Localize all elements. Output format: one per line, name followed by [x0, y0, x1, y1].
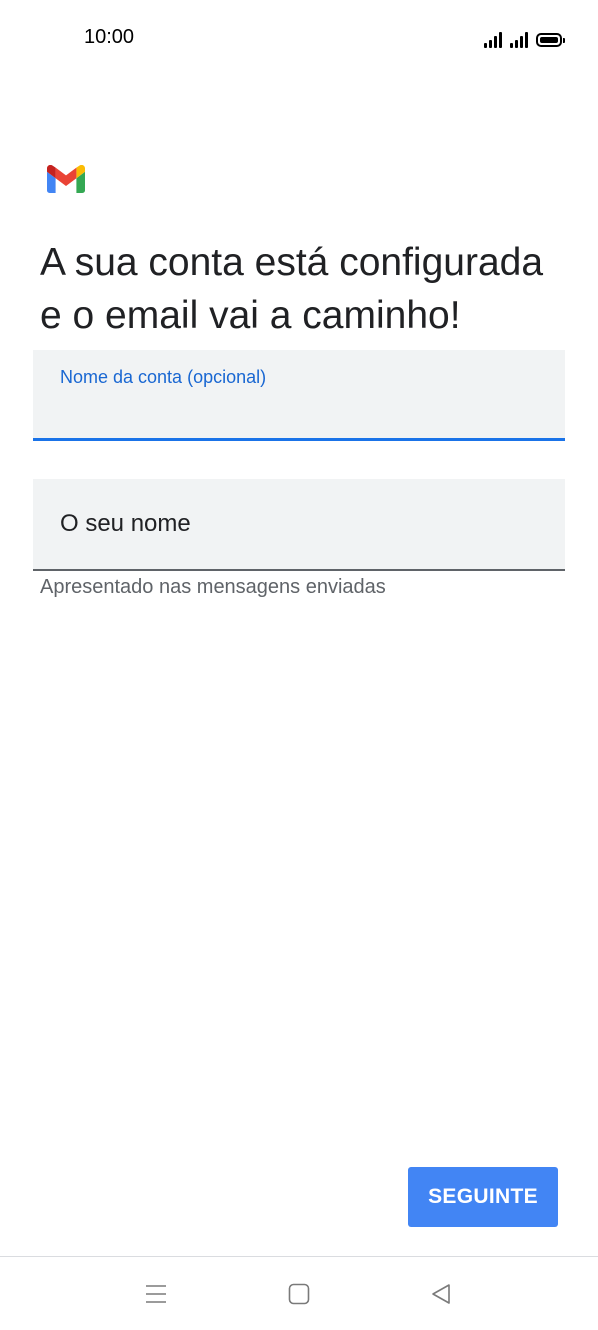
menu-icon[interactable] — [136, 1279, 176, 1309]
signal-icon — [510, 32, 528, 48]
next-button[interactable]: SEGUINTE — [408, 1167, 558, 1227]
your-name-field[interactable] — [33, 479, 565, 571]
status-bar: 10:00 — [0, 0, 598, 78]
your-name-helper-text: Apresentado nas mensagens enviadas — [40, 576, 386, 598]
screen: 10:00 A sua conta está configurada e o e… — [0, 0, 598, 1330]
page-title: A sua conta está configurada e o email v… — [40, 241, 544, 337]
account-name-field[interactable]: Nome da conta (opcional) — [33, 350, 565, 441]
back-icon[interactable] — [421, 1279, 461, 1309]
signal-icon — [484, 32, 502, 48]
home-icon[interactable] — [279, 1279, 319, 1309]
battery-icon — [536, 33, 565, 47]
your-name-input[interactable] — [60, 507, 530, 541]
navigation-bar — [0, 1257, 598, 1330]
status-icons — [484, 26, 565, 48]
gmail-logo-icon — [47, 165, 85, 193]
account-name-label: Nome da conta (opcional) — [60, 367, 267, 387]
account-name-input[interactable] — [60, 394, 530, 426]
status-time: 10:00 — [84, 26, 135, 48]
